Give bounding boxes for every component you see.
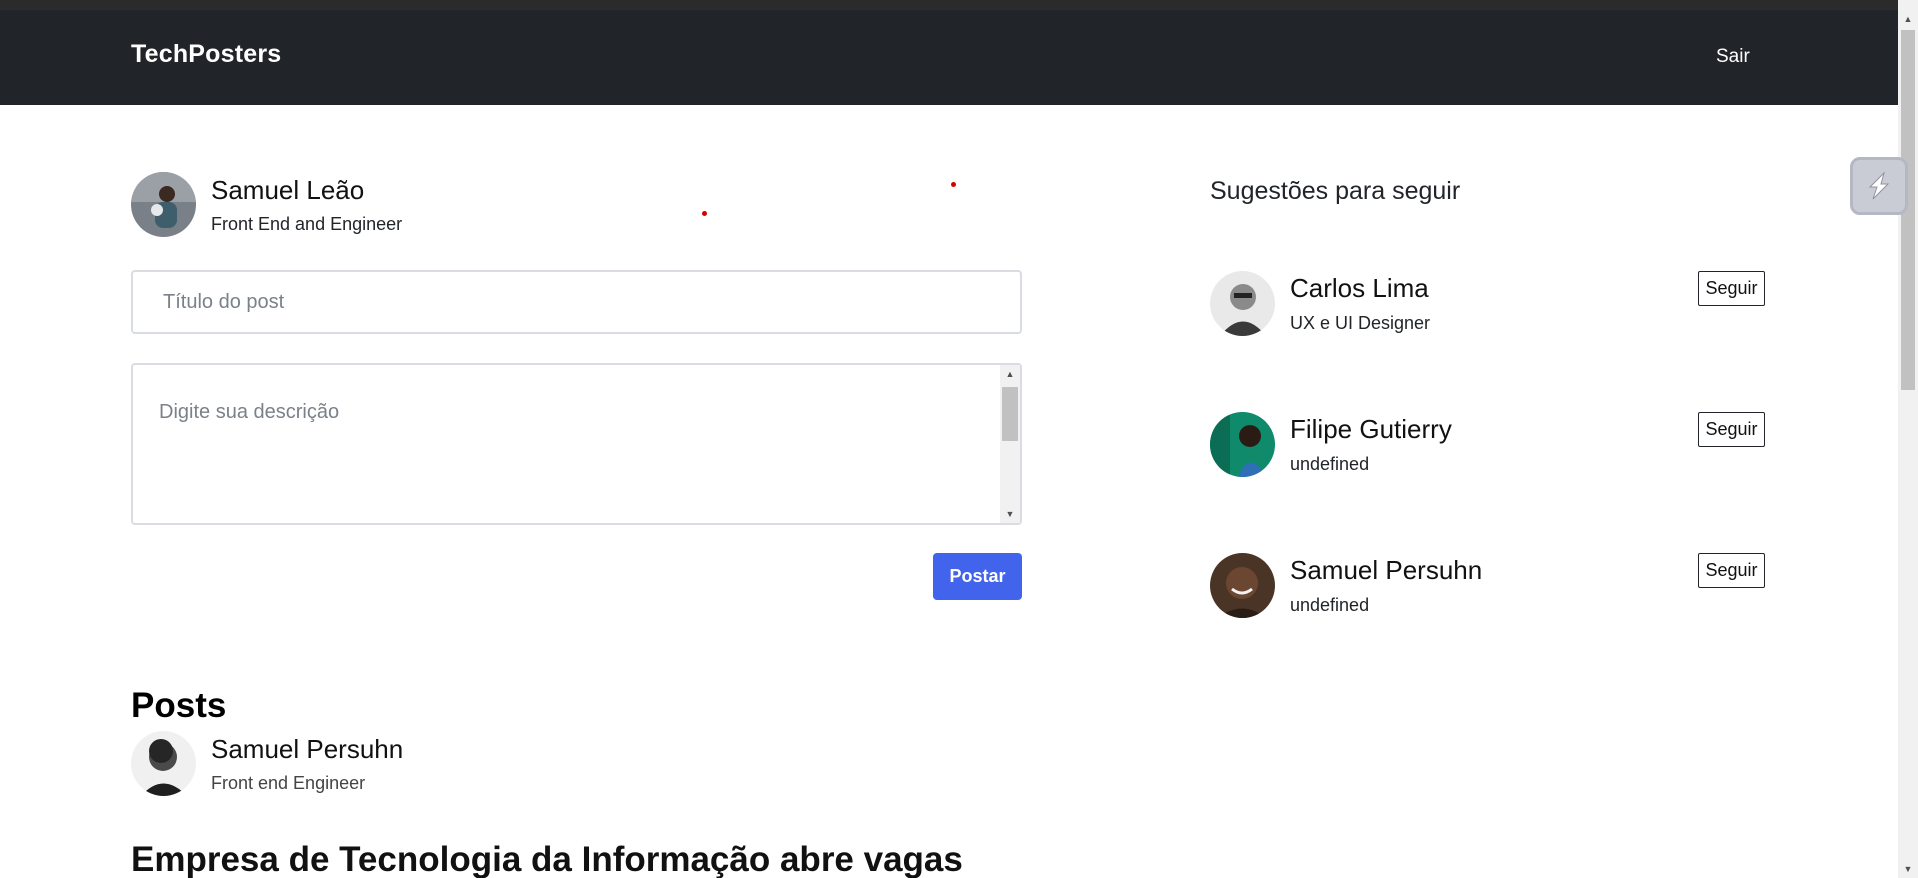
follow-button[interactable]: Seguir [1698,271,1765,306]
posts-heading: Posts [131,686,227,725]
suggestions-title: Sugestões para seguir [1210,177,1461,205]
suggestion-name[interactable]: Carlos Lima [1290,273,1429,304]
post-author-avatar [131,731,196,796]
post-description-input[interactable] [133,365,1001,523]
red-dot-marker [951,182,956,187]
current-user-avatar [131,172,196,237]
suggestion-role: undefined [1290,454,1370,474]
lightning-icon [1868,171,1890,200]
description-scroll-thumb[interactable] [1002,387,1018,441]
suggestion-role: UX e UI Designer [1290,313,1431,333]
red-dot-marker [702,211,707,216]
browser-top-strip [0,0,1898,10]
current-user-role: Front End and Engineer [211,214,403,234]
navbar: TechPosters Sair [0,10,1898,105]
suggestion-role: undefined [1290,595,1370,615]
scroll-up-arrow-icon[interactable]: ▲ [1000,365,1020,383]
suggestion-avatar [1210,553,1275,618]
scroll-up-arrow-icon[interactable]: ▲ [1898,10,1918,28]
current-user-name: Samuel Leão [211,175,365,205]
suggestion-name[interactable]: Samuel Persuhn [1290,555,1482,586]
suggestion-avatar [1210,412,1275,477]
page-scrollbar[interactable]: ▲ ▼ [1898,0,1918,878]
description-scrollbar[interactable]: ▲ ▼ [1000,365,1020,523]
suggestion-name[interactable]: Filipe Gutierry [1290,414,1452,445]
scroll-down-arrow-icon[interactable]: ▼ [1898,860,1918,878]
brand-logo[interactable]: TechPosters [131,40,281,69]
floating-widget-button[interactable] [1850,157,1908,215]
follow-button[interactable]: Seguir [1698,553,1765,588]
post-title: Empresa de Tecnologia da Informação abre… [131,840,963,878]
post-author-role: Front end Engineer [211,773,366,793]
post-description-field[interactable]: ▲ ▼ [131,363,1022,525]
scroll-down-arrow-icon[interactable]: ▼ [1000,505,1020,523]
suggestion-avatar [1210,271,1275,336]
submit-post-button[interactable]: Postar [933,553,1022,600]
post-author-name[interactable]: Samuel Persuhn [211,734,403,765]
post-title-input[interactable] [131,270,1022,334]
logout-link[interactable]: Sair [1716,46,1750,68]
follow-button[interactable]: Seguir [1698,412,1765,447]
